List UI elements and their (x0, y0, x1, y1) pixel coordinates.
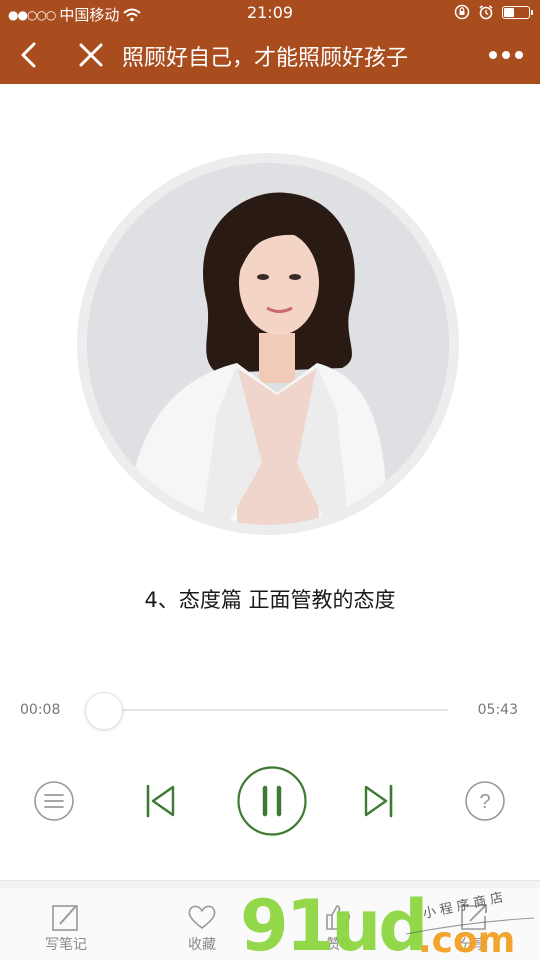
track-title: 4、态度篇 正面管教的态度 (144, 588, 396, 612)
share-label: 分享 (460, 937, 488, 953)
previous-track-button[interactable] (143, 782, 179, 820)
navigation-bar: 照顾好自己，才能照顾好孩子 (0, 28, 540, 84)
more-options-icon[interactable] (486, 42, 526, 68)
back-arrow-icon[interactable] (14, 38, 48, 72)
like-button[interactable]: 赞0 (288, 888, 388, 960)
write-note-button[interactable]: 写笔记 (16, 888, 116, 960)
heart-icon (188, 905, 216, 929)
note-edit-icon (52, 905, 78, 931)
bottom-action-bar: 写笔记 收藏 赞0 分享 (0, 888, 540, 960)
next-track-button[interactable] (360, 782, 396, 820)
favorite-button[interactable]: 收藏 (152, 888, 252, 960)
playlist-button[interactable] (33, 780, 75, 822)
skip-previous-icon (146, 784, 175, 818)
bottom-divider (0, 880, 540, 888)
pause-button[interactable] (236, 765, 308, 837)
close-icon[interactable] (74, 38, 108, 72)
help-button[interactable]: ? (464, 780, 506, 822)
orientation-lock-icon (454, 4, 470, 20)
svg-text:?: ? (479, 791, 490, 813)
share-button[interactable]: 分享 (424, 888, 524, 960)
like-count-label: 赞0 (326, 937, 350, 953)
status-bar: ●●○○○ 中国移动 21:09 (0, 0, 540, 28)
total-time: 05:43 (477, 702, 518, 718)
skip-next-icon (364, 784, 393, 818)
share-icon (461, 904, 487, 930)
battery-icon (502, 5, 533, 19)
album-cover-portrait (87, 163, 449, 525)
thumb-up-icon (326, 905, 351, 930)
alarm-icon (479, 5, 493, 20)
playlist-icon (34, 781, 74, 821)
portrait-illustration (87, 163, 449, 525)
progress-knob[interactable] (85, 692, 124, 730)
pause-icon (237, 766, 307, 836)
write-note-label: 写笔记 (45, 937, 87, 953)
status-icons (454, 4, 533, 20)
current-time: 00:08 (20, 702, 61, 718)
progress-bar[interactable] (96, 709, 448, 711)
favorite-label: 收藏 (188, 937, 216, 953)
question-mark-icon: ? (465, 781, 505, 821)
page-title: 照顾好自己，才能照顾好孩子 (122, 46, 409, 71)
app-header: ●●○○○ 中国移动 21:09 照顾好自己，才能照顾好孩子 (0, 0, 540, 84)
